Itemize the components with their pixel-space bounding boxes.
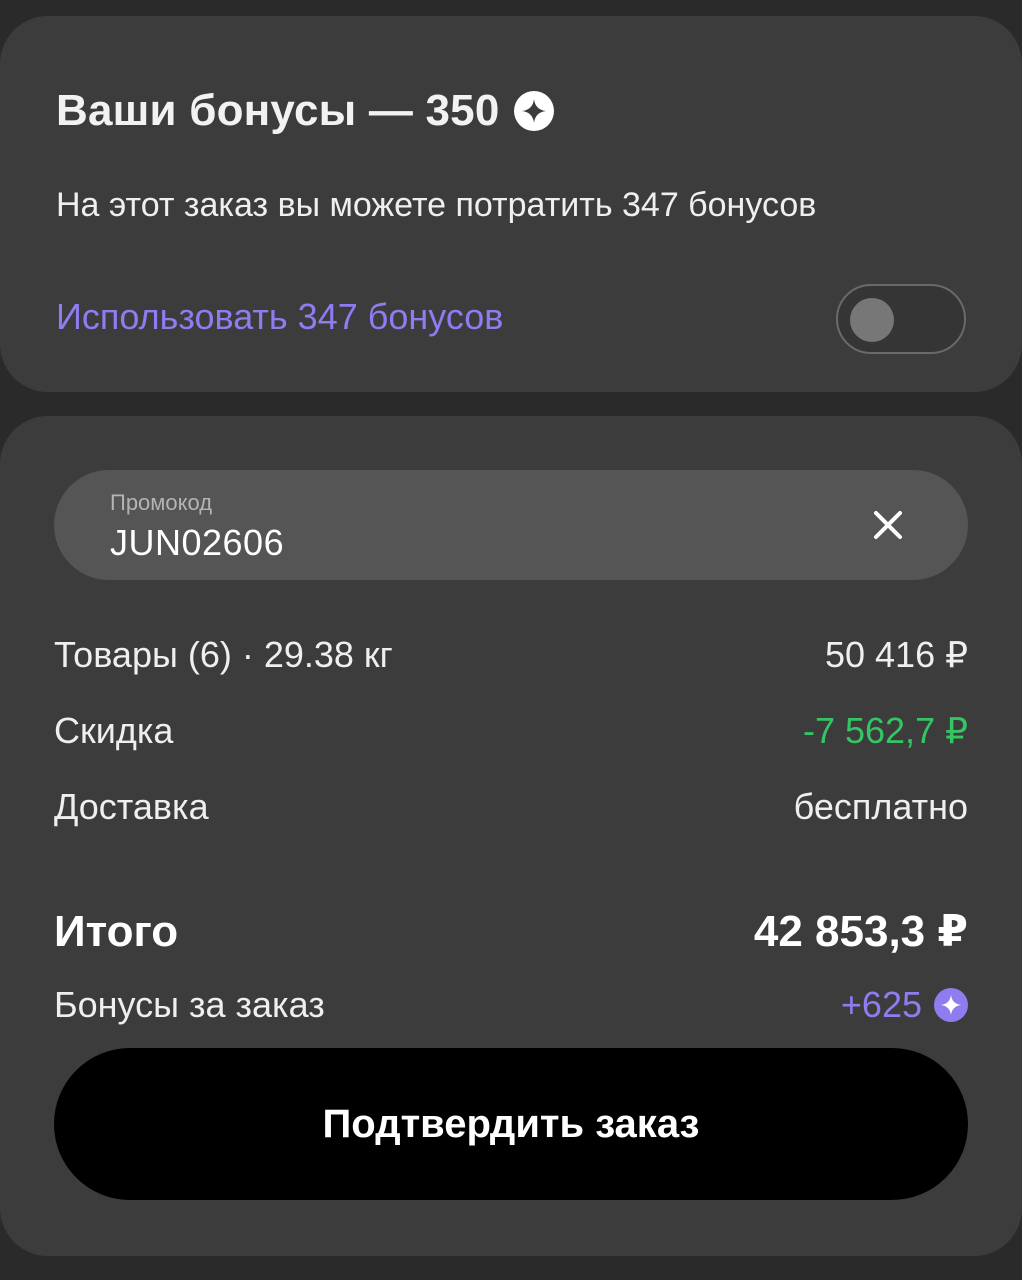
sparkle-icon — [513, 91, 554, 131]
discount-value: -7 562,7 ₽ — [802, 710, 968, 751]
promo-code-field[interactable]: Промокод JUN02606 — [54, 470, 968, 580]
bonus-title-text: Ваши бонусы — 350 — [56, 86, 500, 135]
total-row: Итого 42 853,3 ₽ — [54, 906, 968, 957]
promo-code-value[interactable]: JUN02606 — [110, 522, 284, 564]
items-row: Товары (6) · 29.38 кг 50 416 ₽ — [54, 634, 968, 676]
delivery-value: бесплатно — [793, 786, 968, 827]
confirm-order-button[interactable]: Подтвердить заказ — [54, 1048, 968, 1200]
items-value: 50 416 ₽ — [824, 634, 968, 675]
use-bonus-toggle[interactable] — [836, 284, 966, 354]
bonus-card: Ваши бонусы — 350 На этот заказ вы может… — [0, 16, 1022, 392]
total-label: Итого — [54, 906, 179, 956]
discount-row: Скидка -7 562,7 ₽ — [54, 710, 968, 752]
items-label: Товары (6) · 29.38 кг — [54, 634, 393, 675]
toggle-knob — [850, 298, 894, 342]
bonus-title: Ваши бонусы — 350 — [56, 86, 554, 136]
promo-code-label: Промокод — [110, 490, 213, 515]
total-value: 42 853,3 ₽ — [753, 907, 968, 956]
bonus-earn-value-group: +625 — [841, 984, 968, 1026]
sparkle-icon — [934, 988, 968, 1022]
delivery-label: Доставка — [54, 786, 209, 827]
discount-label: Скидка — [54, 710, 174, 751]
bonus-earn-row: Бонусы за заказ +625 — [54, 984, 968, 1026]
delivery-row: Доставка бесплатно — [54, 786, 968, 828]
close-icon[interactable] — [868, 505, 908, 545]
use-bonus-label[interactable]: Использовать 347 бонусов — [56, 296, 503, 338]
bonus-earn-value: +625 — [840, 984, 922, 1025]
bonus-earn-label: Бонусы за заказ — [54, 984, 325, 1025]
bonus-subtitle: На этот заказ вы можете потратить 347 бо… — [56, 186, 817, 224]
